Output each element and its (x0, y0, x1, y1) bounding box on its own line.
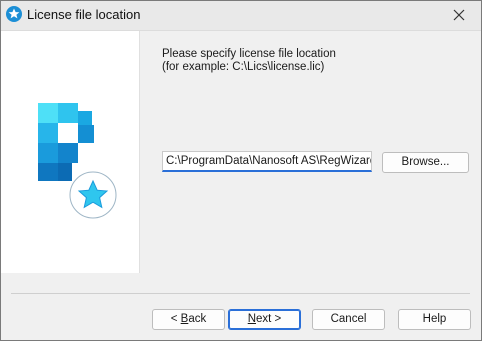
next-label-rest: ext > (256, 313, 282, 325)
browse-button[interactable]: Browse... (382, 152, 469, 173)
window-title: License file location (27, 7, 141, 22)
footer-separator (11, 293, 470, 294)
back-button[interactable]: < Back (152, 309, 225, 330)
close-button[interactable] (437, 1, 481, 30)
back-label-rest: ack (188, 313, 207, 325)
side-panel (1, 31, 139, 273)
app-logo-icon (38, 103, 117, 219)
license-dialog: License file location Please specify lic… (0, 0, 482, 341)
title-bar: License file location (1, 1, 481, 31)
next-mnemonic: N (247, 313, 257, 325)
content-area: Please specify license file location (fo… (139, 31, 481, 273)
help-button[interactable]: Help (398, 309, 471, 330)
cancel-button[interactable]: Cancel (312, 309, 385, 330)
back-label-prefix: < (170, 313, 181, 325)
instruction-line-2: (for example: C:\Lics\license.lic) (162, 61, 325, 73)
instruction-line-1: Please specify license file location (162, 48, 336, 60)
next-button[interactable]: Next > (228, 309, 301, 330)
license-path-input[interactable]: C:\ProgramData\Nanosoft AS\RegWizard\Li (162, 151, 372, 172)
close-icon (453, 9, 465, 21)
instruction-text: Please specify license file location (fo… (162, 48, 336, 74)
star-icon (6, 6, 22, 22)
